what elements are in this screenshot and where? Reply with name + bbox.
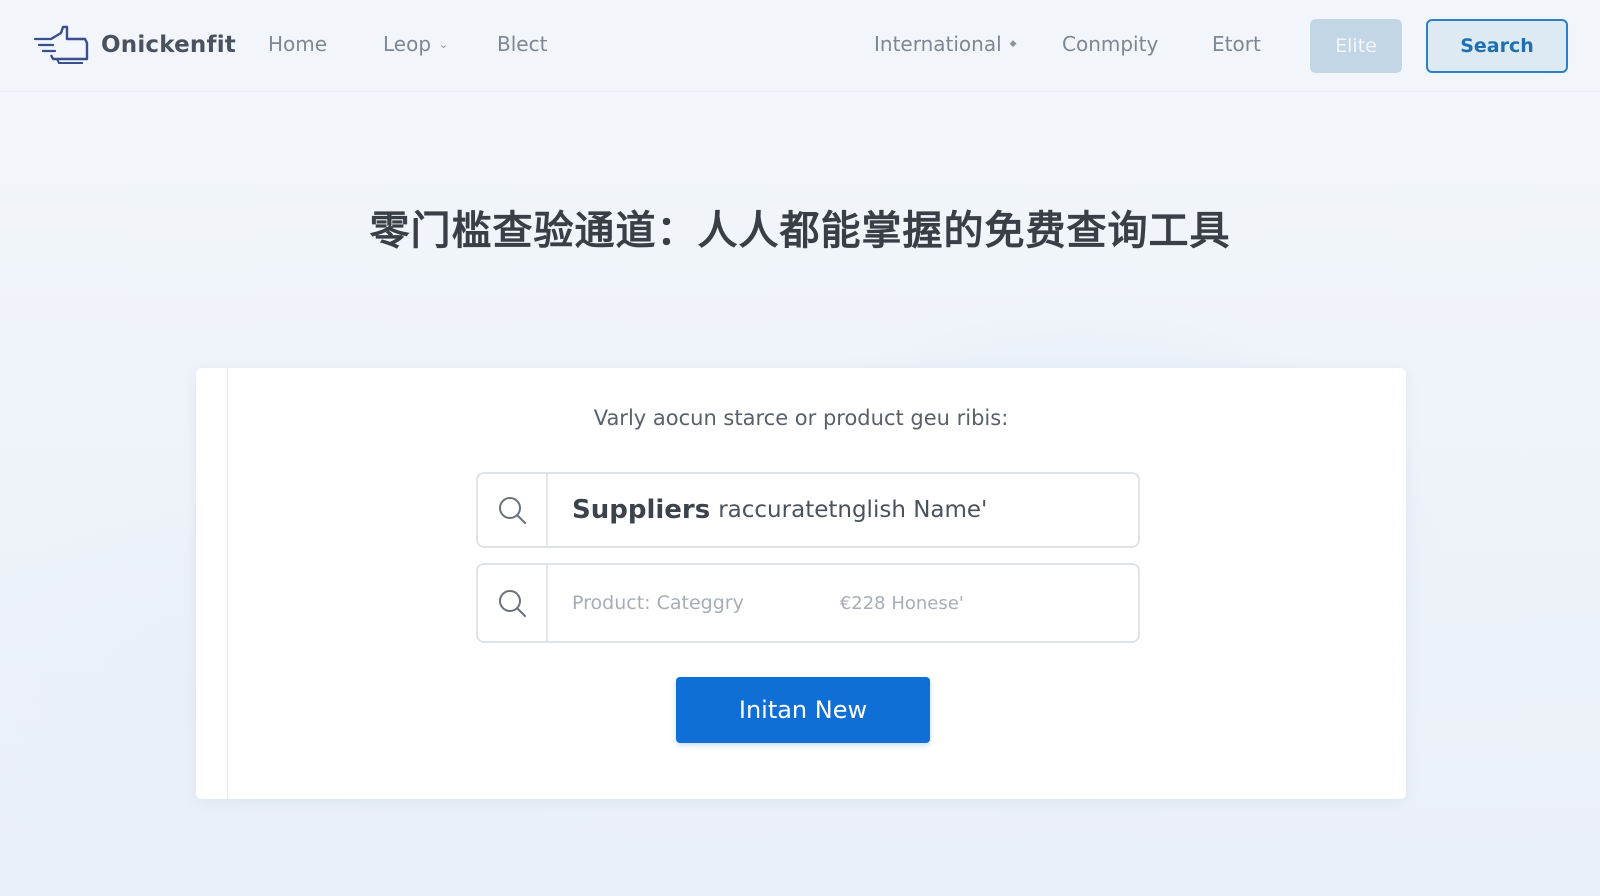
page-title: 零门槛查验通道：人人都能掌握的免费查询工具 [369, 208, 1231, 254]
product-category-input[interactable]: Product: Categgry €228 Honese' [476, 563, 1140, 643]
card-divider [227, 368, 228, 799]
search-card: Varly aocun starce or product geu ribis:… [196, 368, 1406, 799]
search-prompt: Varly aocun starce or product geu ribis: [593, 406, 1009, 430]
initan-new-button-label: Initan New [738, 696, 868, 724]
header-search-button[interactable]: Search [1426, 19, 1568, 73]
product-category-placeholder-extra: €228 Honese' [839, 592, 964, 614]
nav-conmpity-label: Conmpity [1062, 32, 1159, 56]
supplier-name-value-bold: Suppliers [572, 495, 711, 525]
nav-blect[interactable]: Blect [497, 32, 547, 56]
chevron-down-icon: ⌄ [439, 37, 449, 51]
top-nav-bar: Onickenfit Home Leop ⌄ Blect Internation… [0, 0, 1600, 92]
supplier-name-value-rest: raccuratetnglish Name' [718, 497, 988, 523]
hand-pointer-logo-icon [33, 25, 89, 64]
brand-home-link[interactable]: Onickenfit [33, 20, 236, 70]
search-icon [478, 565, 548, 641]
nav-international-label: International [874, 32, 1002, 56]
elite-button[interactable]: Elite [1310, 19, 1402, 73]
nav-conmpity[interactable]: Conmpity [1062, 32, 1158, 56]
brand-name: Onickenfit [101, 32, 236, 58]
nav-leop-dropdown[interactable]: Leop ⌄ [383, 32, 448, 56]
nav-home-label: Home [268, 32, 328, 56]
nav-blect-label: Blect [497, 32, 548, 56]
initan-new-button[interactable]: Initan New [676, 677, 930, 743]
supplier-name-input[interactable]: Suppliers raccuratetnglish Name' [476, 472, 1140, 548]
product-category-placeholder: Product: Categgry €228 Honese' [572, 565, 964, 641]
nav-leop-label: Leop [383, 32, 432, 56]
header-search-button-label: Search [1460, 35, 1534, 57]
nav-etort-label: Etort [1212, 32, 1261, 56]
diamond-icon: ◆ [1009, 39, 1017, 49]
elite-button-label: Elite [1335, 35, 1377, 57]
supplier-name-value: Suppliers raccuratetnglish Name' [572, 474, 987, 546]
nav-etort[interactable]: Etort [1212, 32, 1261, 56]
nav-home[interactable]: Home [268, 32, 327, 56]
page: Onickenfit Home Leop ⌄ Blect Internation… [0, 0, 1600, 896]
nav-international[interactable]: International ◆ [874, 32, 1017, 56]
search-icon [478, 474, 548, 546]
product-category-placeholder-text: Product: Categgry [572, 592, 744, 614]
